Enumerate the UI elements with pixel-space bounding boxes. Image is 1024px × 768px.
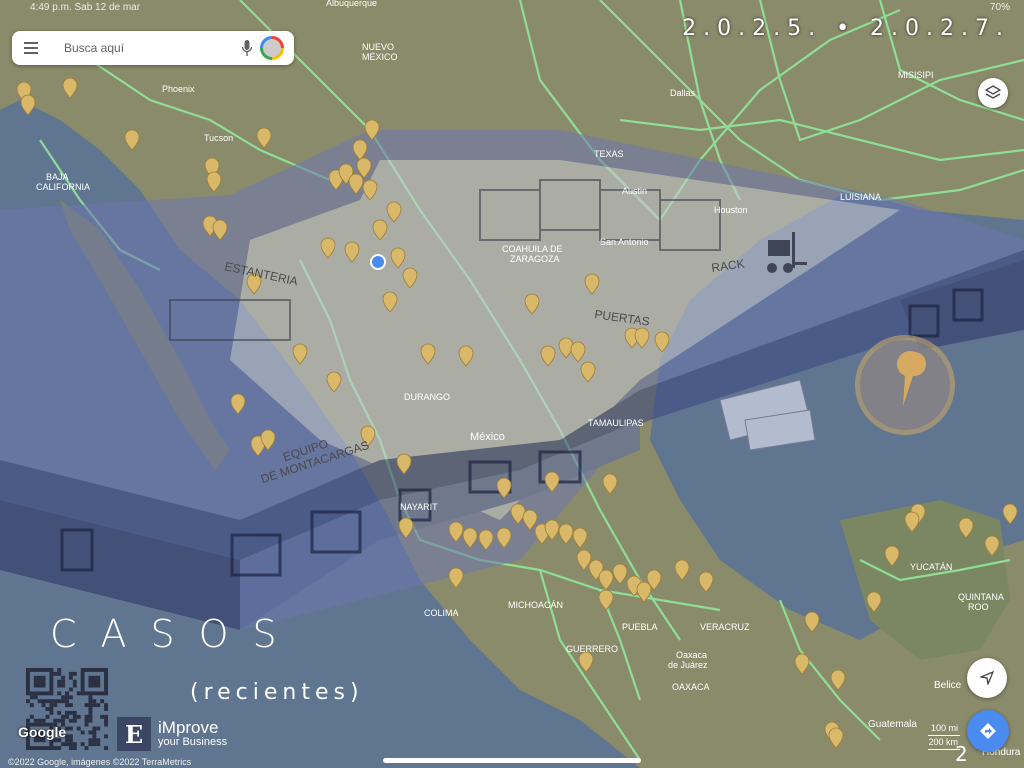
map-label-durango: DURANGO xyxy=(404,392,450,402)
google-logo: Google xyxy=(18,724,67,740)
search-input[interactable]: Busca aquí xyxy=(50,41,234,55)
map-label-guatemala: Guatemala xyxy=(868,719,917,730)
years-banner: 2.0.2.5. • 2.0.2.7. xyxy=(682,16,1010,41)
map-label-tamaulipas: TAMAULIPAS xyxy=(588,418,644,428)
map-label-misisipi: MISISIPI xyxy=(898,70,934,80)
map-copyright: ©2022 Google, imágenes ©2022 TerraMetric… xyxy=(8,757,192,767)
map-label-colima: COLIMA xyxy=(424,608,459,618)
brand-logo: E xyxy=(117,717,151,751)
mic-icon[interactable] xyxy=(234,40,260,56)
brand-tagline: your Business xyxy=(158,736,228,748)
map-label-houston: Houston xyxy=(714,205,748,215)
map-label-coahuila: COAHUILA DE ZARAGOZA xyxy=(502,244,563,264)
compass-button[interactable] xyxy=(967,658,1007,698)
layers-icon xyxy=(985,85,1001,99)
brand-name: iMprove xyxy=(158,718,219,737)
map-label-nayarit: NAYARIT xyxy=(400,502,438,512)
search-bar[interactable]: Busca aquí xyxy=(12,31,294,65)
compass-icon xyxy=(980,671,994,685)
map-label-albuquerque: Albuquerque xyxy=(326,0,377,8)
map-label-yucatan: YUCATÁN xyxy=(910,562,952,572)
map-label-dallas: Dallas xyxy=(670,88,696,98)
directions-icon xyxy=(980,723,996,739)
map-label-puebla: PUEBLA xyxy=(622,622,658,632)
map-label-mexico: México xyxy=(470,431,505,443)
map-label-guerrero: GUERRERO xyxy=(566,644,618,654)
map-label-belice: Belice xyxy=(934,680,962,691)
recientes-subtitle: (recientes) xyxy=(190,680,364,705)
map-label-veracruz: VERACRUZ xyxy=(700,622,750,632)
home-indicator[interactable] xyxy=(383,758,641,763)
map-label-luisiana: LUISIANA xyxy=(840,192,881,202)
map-label-oaxaca: OAXACA xyxy=(672,682,710,692)
map-label-texas: TEXAS xyxy=(594,149,624,159)
current-location-dot xyxy=(370,254,386,270)
map-label-phoenix: Phoenix xyxy=(162,84,195,94)
map-label-nuevo-mexico: NUEVO MÉXICO xyxy=(362,42,398,62)
directions-button[interactable] xyxy=(967,710,1009,752)
casos-title: CASOS xyxy=(50,612,301,656)
map-label-san-antonio: San Antonio xyxy=(600,237,649,247)
map-label-tucson: Tucson xyxy=(204,133,233,143)
avatar[interactable] xyxy=(260,36,284,60)
map-label-austin: Austin xyxy=(622,186,647,196)
layers-button[interactable] xyxy=(978,78,1008,108)
zoom-indicator: 2 xyxy=(955,742,968,766)
featured-pin-icon[interactable] xyxy=(855,335,955,435)
menu-icon[interactable] xyxy=(12,42,50,54)
map-label-michoacan: MICHOACÁN xyxy=(508,600,563,610)
scale-miles: 100 mi xyxy=(928,722,960,736)
status-time: 4:49 p.m. Sab 12 de mar xyxy=(30,2,141,13)
battery-status: 70% xyxy=(989,2,1010,13)
